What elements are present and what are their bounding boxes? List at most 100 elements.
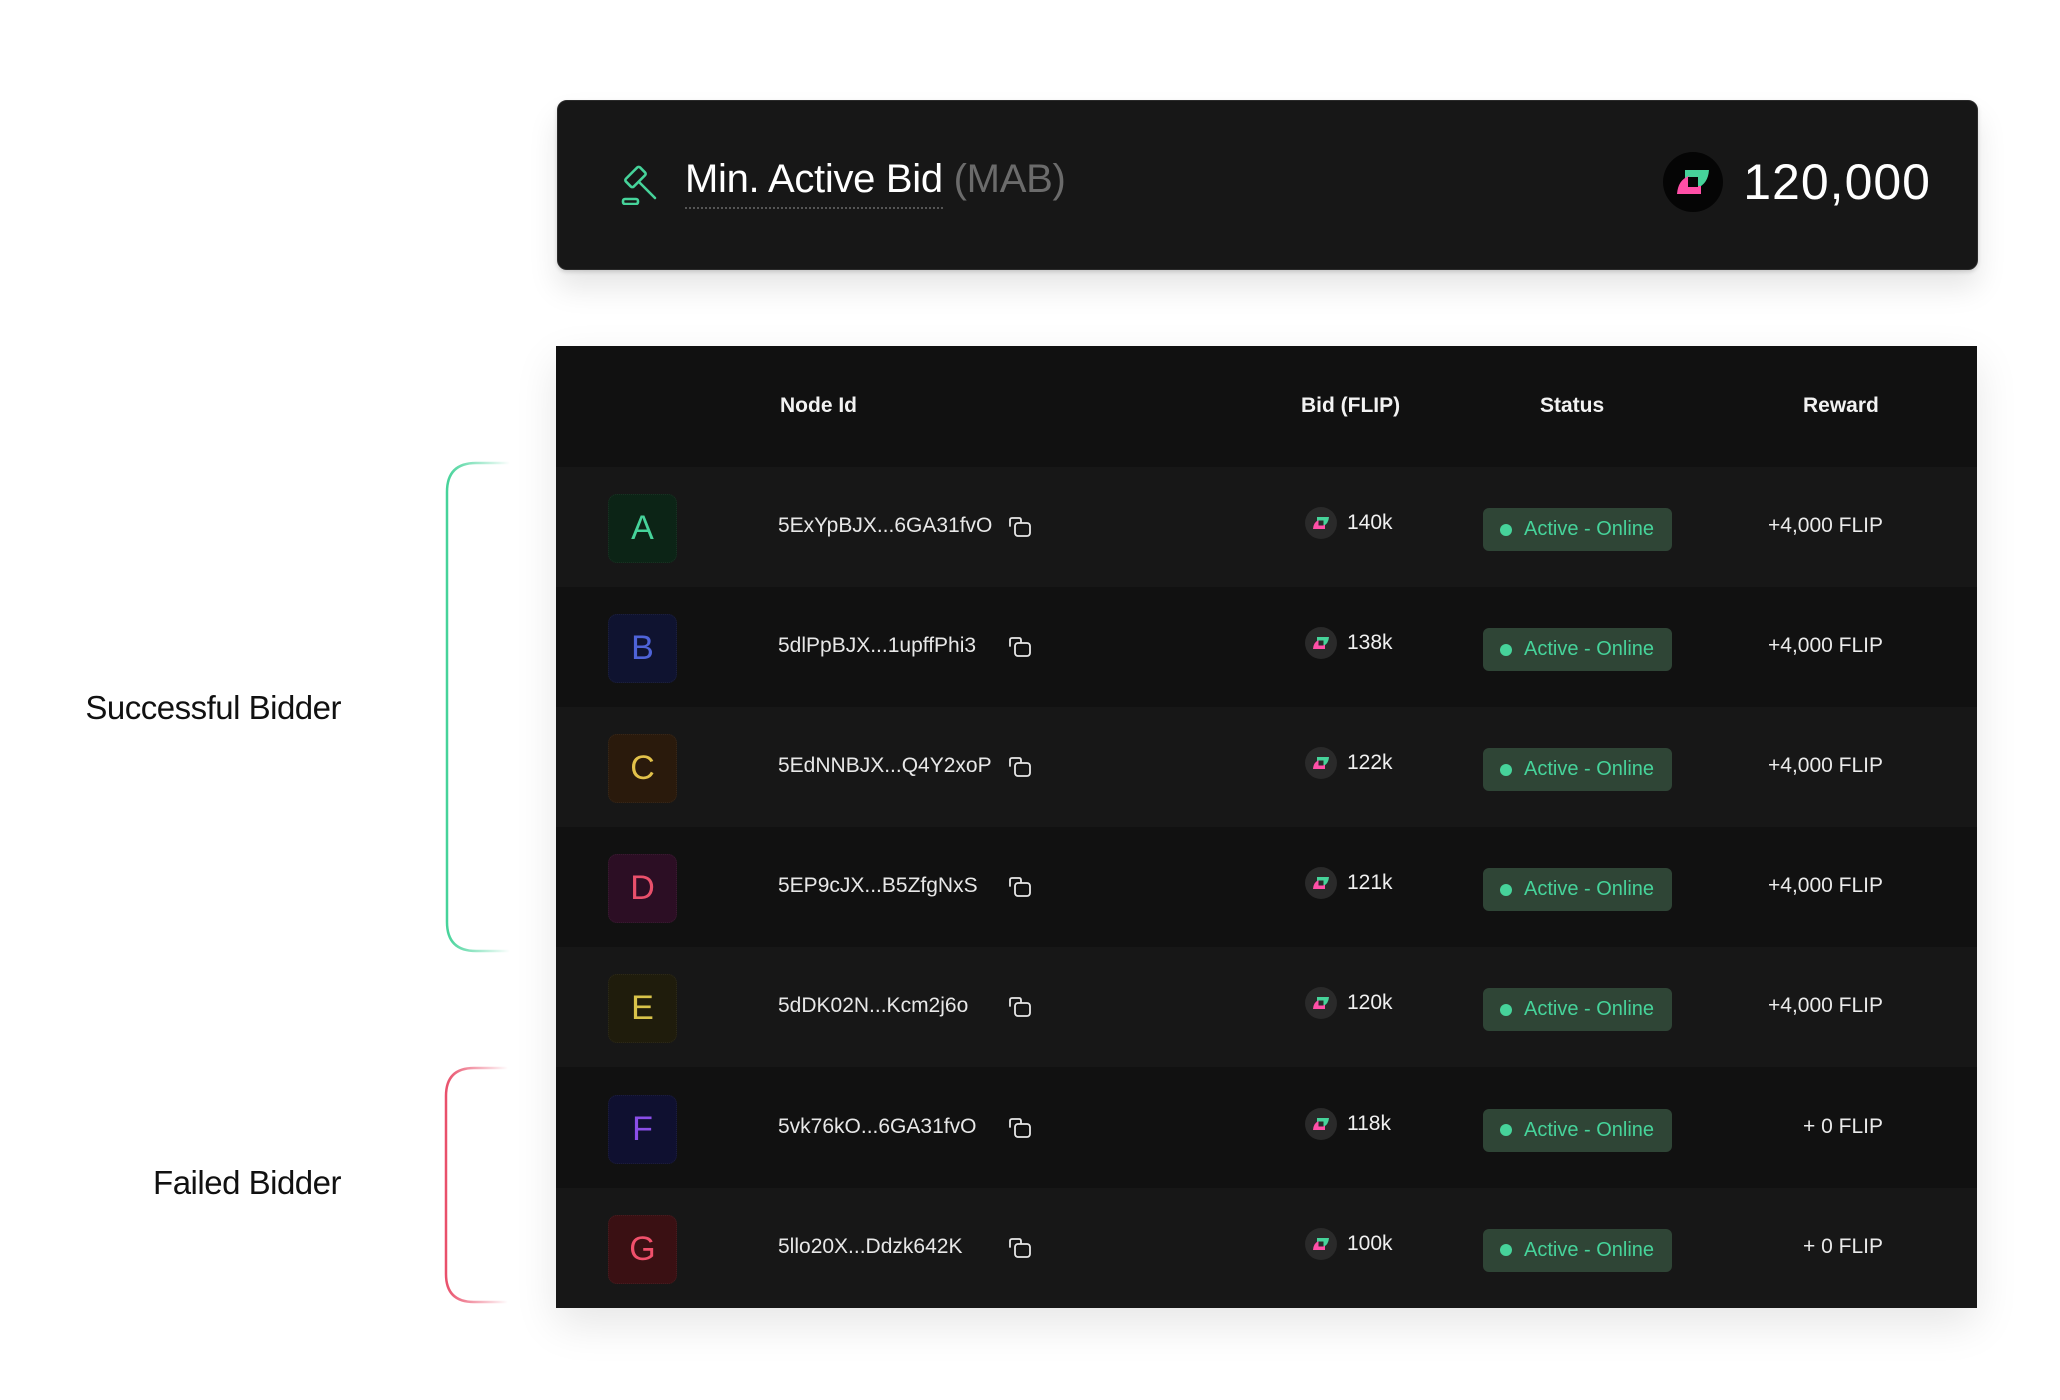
mab-value: 120,000 <box>1663 152 1931 212</box>
status-text: Active - Online <box>1524 518 1655 540</box>
avatar-letter: C <box>630 749 655 788</box>
table-row-e: E 5dDK02N...Kcm2j6o 120k Active - Online… <box>556 947 1977 1068</box>
node-id: 5dlPpBJX...1upffPhi3 <box>778 634 977 658</box>
mab-title[interactable]: Min. Active Bid (MAB) <box>685 157 1066 209</box>
status-dot-icon <box>1500 763 1512 776</box>
node-avatar: G <box>608 1214 677 1284</box>
bid-value: 122k <box>1347 751 1393 775</box>
node-avatar: A <box>608 494 677 563</box>
bid-value: 121k <box>1347 871 1393 895</box>
reward-value: +4,000 FLIP <box>1768 514 1883 537</box>
copy-icon[interactable] <box>1008 516 1032 538</box>
failed-bracket <box>363 1066 508 1304</box>
min-active-bid-card: Min. Active Bid (MAB) 120,000 <box>557 100 1978 270</box>
reward-value: +4,000 FLIP <box>1768 874 1883 898</box>
flip-logo-icon <box>1305 627 1337 660</box>
status-text: Active - Online <box>1524 998 1655 1021</box>
flip-logo-icon <box>1305 1107 1337 1140</box>
avatar-letter: E <box>631 989 654 1028</box>
status-badge: Active - Online <box>1483 748 1672 792</box>
flip-logo-icon <box>1305 867 1337 900</box>
bid-value: 120k <box>1347 991 1393 1015</box>
reward-value: + 0 FLIP <box>1803 1114 1883 1138</box>
bid-value: 118k <box>1347 1111 1391 1135</box>
copy-icon[interactable] <box>1008 1117 1032 1139</box>
node-id: 5EP9cJX...B5ZfgNxS <box>778 874 978 898</box>
mab-amount: 120,000 <box>1743 154 1931 210</box>
bid-amount: 140k <box>1305 507 1393 539</box>
gavel-icon <box>621 165 657 205</box>
reward-value: + 0 FLIP <box>1803 1234 1883 1258</box>
status-badge: Active - Online <box>1483 988 1672 1032</box>
node-avatar: C <box>608 734 677 804</box>
status-text: Active - Online <box>1524 1238 1655 1261</box>
copy-icon[interactable] <box>1008 996 1032 1018</box>
bidders-table: Node Id Bid (FLIP) Status Reward A 5ExYp… <box>556 346 1977 1308</box>
flip-logo-icon <box>1305 987 1337 1020</box>
mab-title-text: Min. Active Bid <box>685 157 943 209</box>
table-row-a: A 5ExYpBJX...6GA31fvO 140k Active - Onli… <box>556 467 1977 587</box>
table-row-c: C 5EdNNBJX...Q4Y2xoP 122k Active - Onlin… <box>556 707 1977 828</box>
status-text: Active - Online <box>1524 638 1655 661</box>
status-text: Active - Online <box>1524 878 1655 901</box>
avatar-letter: G <box>629 1229 656 1268</box>
flip-logo-icon <box>1305 507 1337 539</box>
header-node-id: Node Id <box>780 394 857 417</box>
bid-value: 138k <box>1347 631 1393 655</box>
bid-value: 100k <box>1347 1231 1393 1255</box>
status-badge: Active - Online <box>1483 628 1672 672</box>
flip-logo-icon <box>1305 747 1337 780</box>
node-avatar: F <box>608 1094 677 1164</box>
flip-logo-icon <box>1663 152 1724 212</box>
table-row-g: G 5llo20X...Ddzk642K 100k Active - Onlin… <box>556 1187 1977 1308</box>
status-badge: Active - Online <box>1483 1228 1672 1272</box>
avatar-letter: A <box>631 509 654 547</box>
node-avatar: E <box>608 974 677 1044</box>
header-status: Status <box>1540 394 1605 417</box>
copy-icon[interactable] <box>1008 1237 1032 1259</box>
status-dot-icon <box>1500 1003 1512 1016</box>
copy-icon[interactable] <box>1008 756 1032 778</box>
node-id: 5llo20X...Ddzk642K <box>778 1234 963 1258</box>
bid-amount: 118k <box>1305 1107 1391 1140</box>
table-row-d: D 5EP9cJX...B5ZfgNxS 121k Active - Onlin… <box>556 827 1977 948</box>
status-dot-icon <box>1500 883 1512 896</box>
failed-bidder-label: Failed Bidder <box>153 1164 341 1201</box>
header-bid: Bid (FLIP) <box>1301 394 1401 417</box>
header-reward: Reward <box>1803 394 1879 417</box>
reward-value: +4,000 FLIP <box>1768 754 1883 778</box>
bid-amount: 122k <box>1305 747 1393 780</box>
status-badge: Active - Online <box>1483 1108 1672 1152</box>
status-dot-icon <box>1500 1124 1512 1136</box>
status-dot-icon <box>1500 523 1512 536</box>
status-badge: Active - Online <box>1483 508 1672 551</box>
mab-abbreviation: (MAB) <box>953 157 1066 201</box>
flip-logo-icon <box>1305 1227 1337 1260</box>
reward-value: +4,000 FLIP <box>1768 634 1883 658</box>
bid-amount: 138k <box>1305 627 1393 660</box>
copy-icon[interactable] <box>1008 876 1032 898</box>
table-row-b: B 5dlPpBJX...1upffPhi3 138k Active - Onl… <box>556 587 1977 708</box>
avatar-letter: F <box>632 1109 653 1148</box>
status-dot-icon <box>1500 643 1512 656</box>
table-header: Node Id Bid (FLIP) Status Reward <box>556 346 1977 467</box>
node-id: 5ExYpBJX...6GA31fvO <box>778 514 993 537</box>
bid-amount: 100k <box>1305 1227 1393 1260</box>
node-id: 5dDK02N...Kcm2j6o <box>778 994 969 1018</box>
table-row-f: F 5vk76kO...6GA31fvO 118k Active - Onlin… <box>556 1067 1977 1188</box>
node-id: 5vk76kO...6GA31fvO <box>778 1114 977 1138</box>
node-avatar: D <box>608 854 677 924</box>
reward-value: +4,000 FLIP <box>1768 994 1883 1018</box>
successful-bidder-label: Successful Bidder <box>85 689 341 726</box>
copy-icon[interactable] <box>1008 636 1032 658</box>
status-text: Active - Online <box>1524 1118 1655 1141</box>
node-id: 5EdNNBJX...Q4Y2xoP <box>778 754 992 778</box>
avatar-letter: B <box>631 629 654 668</box>
bid-value: 140k <box>1347 511 1393 534</box>
status-dot-icon <box>1500 1244 1512 1257</box>
avatar-letter: D <box>630 869 655 908</box>
bid-amount: 120k <box>1305 987 1393 1020</box>
success-bracket <box>362 461 510 953</box>
status-badge: Active - Online <box>1483 868 1672 912</box>
node-avatar: B <box>608 614 677 684</box>
